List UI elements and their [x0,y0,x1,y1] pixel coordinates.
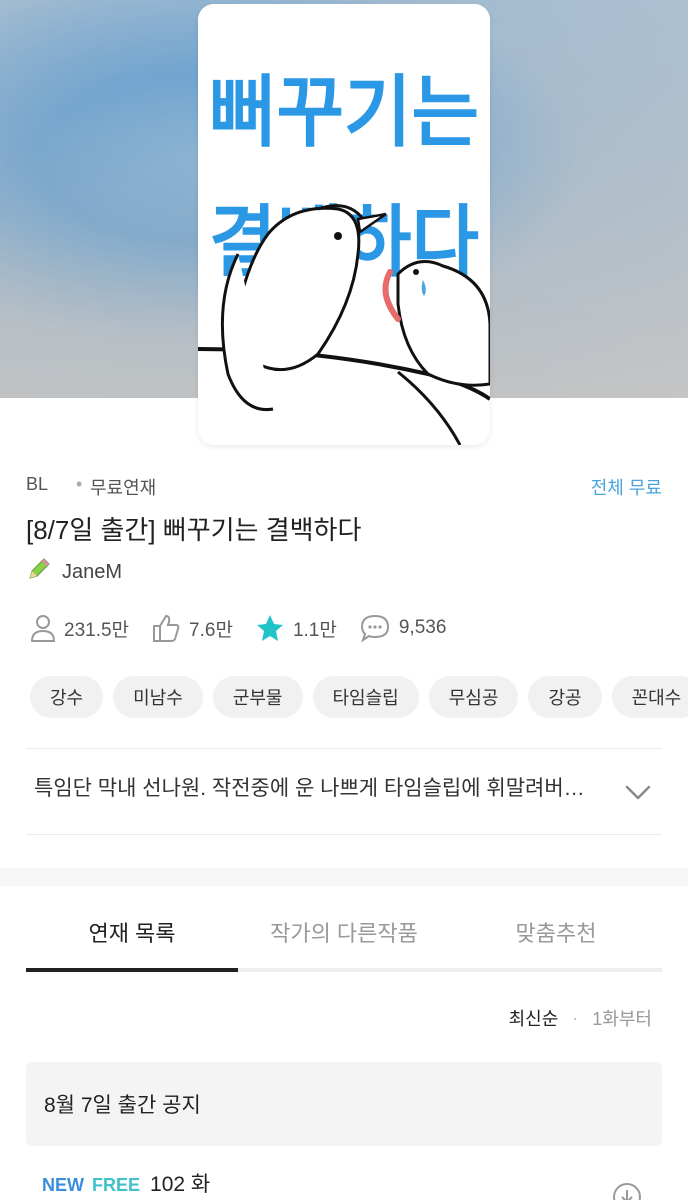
comments-count: 9,536 [398,617,447,638]
tab-active-indicator [26,968,238,972]
tab-episode-list[interactable]: 연재 목록 [26,916,238,948]
views-count: 231.5만 [64,619,130,641]
synopsis-text[interactable]: 특임단 막내 선나원. 작전중에 운 나쁘게 타임슬립에 휘말려버… [34,772,594,802]
pencil-icon [26,556,52,588]
work-title: [8/7일 출간] 뻐꾸기는 결백하다 [26,515,362,545]
tag-chip[interactable]: 군부물 [212,676,303,718]
likes-count: 7.6만 [189,619,233,641]
sort-separator: · [572,1007,579,1028]
cover-title-line1: 뻐꾸기는 [209,68,479,158]
tab-other-works[interactable]: 작가의 다른작품 [238,916,450,948]
meta-row: BL • 무료연재 전체 무료 [26,472,662,498]
likes-stat: 7.6만 [151,613,233,643]
favorites-count: 1.1만 [292,619,337,641]
author-name: JaneM [62,560,123,583]
meta-separator: • [76,474,83,494]
download-icon[interactable] [612,1182,642,1200]
sort-latest-button[interactable]: 최신순 [509,1005,559,1031]
notice-item[interactable]: 8월 7일 출간 공지 [26,1062,662,1146]
tag-chip[interactable]: 타임슬립 [312,676,419,718]
cover-image: 뻐꾸기는 결백하다 [198,4,490,445]
chat-bubble-icon [359,613,391,643]
serial-type-label: 무료연재 [90,478,157,498]
thumbs-up-icon [151,613,181,643]
comments-stat: 9,536 [359,613,447,643]
person-icon [30,613,56,643]
favorites-stat: 1.1만 [255,613,337,643]
author-row[interactable]: JaneM [26,558,122,586]
stats-row: 231.5만 7.6만 1.1만 9,536 [30,608,468,648]
views-stat: 231.5만 [30,613,129,643]
divider [26,748,662,749]
free-badge: 전체 무료 [590,478,662,498]
new-badge: NEW [42,1175,84,1195]
tab-recommendations[interactable]: 맞춤추천 [450,916,662,948]
tag-chip[interactable]: 강공 [528,676,602,718]
episode-row[interactable]: NEW FREE 102 화 [42,1168,210,1198]
chevron-down-icon[interactable] [624,778,652,806]
episode-number: 102 화 [150,1173,211,1196]
sort-options: 최신순 · 1화부터 [509,1005,652,1031]
tag-chip[interactable]: 강수 [30,676,104,718]
notice-title: 8월 7일 출간 공지 [44,1094,201,1117]
tag-list: 강수 미남수 군부물 타임슬립 무심공 강공 꼰대수 [30,676,688,718]
sort-first-button[interactable]: 1화부터 [592,1005,652,1031]
tab-bar: 연재 목록 작가의 다른작품 맞춤추천 [26,900,662,972]
star-icon [255,613,285,643]
tag-chip[interactable]: 꼰대수 [611,676,688,718]
tag-chip[interactable]: 미남수 [113,676,203,718]
free-badge-episode: FREE [92,1175,141,1195]
genre-label: BL [26,474,49,494]
section-gap [0,868,688,886]
tag-chip[interactable]: 무심공 [428,676,519,718]
divider [26,834,662,835]
